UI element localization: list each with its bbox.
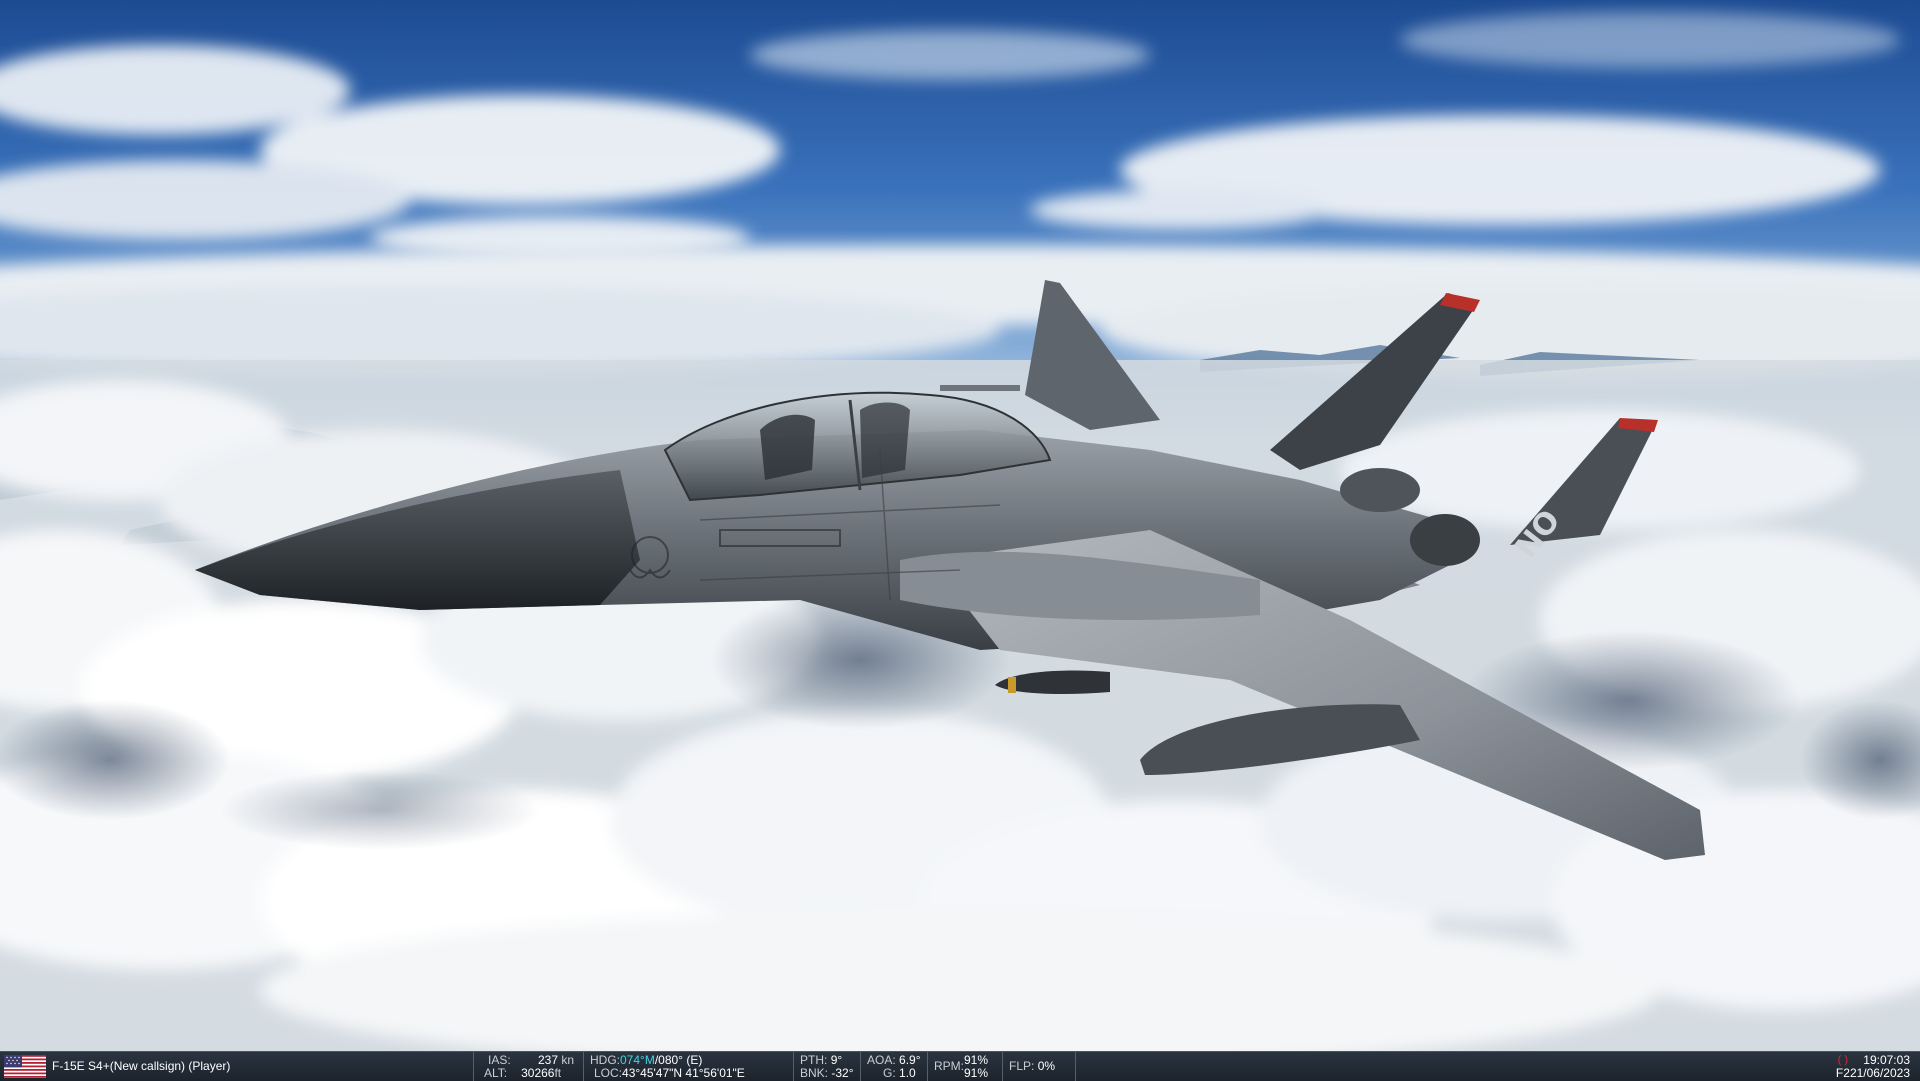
flp-label: FLP:	[1009, 1059, 1035, 1073]
pth-label: PTH:	[800, 1053, 828, 1067]
date-value: 21/06/2023	[1849, 1066, 1910, 1080]
pilot	[760, 414, 815, 480]
hdg-true: /080° (E)	[654, 1053, 703, 1067]
ias-label: IAS:	[488, 1053, 511, 1067]
heading-location-cell: HDG:074°M/080° (E) LOC:43°45'47"N 41°56'…	[583, 1052, 791, 1081]
g-label: G:	[883, 1066, 896, 1080]
loc-label: LOC:	[594, 1066, 623, 1080]
speed-alt-cell: IAS: 237 kn ALT: 30266ft	[473, 1052, 574, 1081]
loc-readout: LOC:43°45'47"N 41°56'01"E	[594, 1067, 745, 1080]
hdg-label: HDG:	[590, 1053, 620, 1067]
alt-label: ALT:	[484, 1066, 508, 1080]
mission-clock: 19:07:03 F221/06/2023	[1820, 1052, 1910, 1081]
g-readout: G: 1.0	[883, 1067, 916, 1080]
bnk-readout: BNK: -32°	[800, 1067, 854, 1080]
ordnance-band	[1008, 677, 1016, 693]
aoa-g-cell: AOA: 6.9° G: 1.0	[860, 1052, 927, 1081]
alt-readout: ALT: 30266ft	[484, 1067, 561, 1080]
missile	[940, 385, 1020, 391]
rpm-label-wrap: RPM:	[934, 1060, 964, 1073]
rpm-right: 91%	[964, 1067, 988, 1080]
right-engine	[1410, 514, 1480, 566]
alt-unit: ft	[554, 1066, 562, 1080]
rpm-value-1: 91%	[964, 1053, 989, 1067]
wso	[860, 402, 910, 478]
rpm-label: RPM:	[934, 1059, 964, 1073]
flp-readout: FLP: 0%	[1009, 1060, 1055, 1073]
aoa-label: AOA:	[867, 1053, 896, 1067]
pitch-bank-cell: PTH: 9° BNK: -32°	[793, 1052, 860, 1081]
us-flag-icon	[4, 1055, 46, 1078]
rpm-cell: RPM: 91% 91%	[927, 1052, 1002, 1081]
ias-unit: kn	[561, 1053, 575, 1067]
aoa-value: 6.9°	[899, 1053, 921, 1067]
flight-viewport: NO	[0, 0, 1920, 1051]
bnk-label: BNK:	[800, 1066, 829, 1080]
unit-label: F-15E S4+(New callsign) (Player)	[52, 1059, 231, 1073]
flp-value: 0%	[1037, 1059, 1056, 1073]
g-value: 1.0	[899, 1066, 916, 1080]
flaps-cell: FLP: 0%	[1002, 1052, 1076, 1081]
date-prefix: F2	[1835, 1066, 1850, 1080]
pth-value: 9°	[830, 1053, 843, 1067]
hud-status-bar: F-15E S4+(New callsign) (Player) IAS: 23…	[0, 1051, 1920, 1081]
rpm-value-2: 91%	[964, 1066, 989, 1080]
scene-svg: NO	[0, 0, 1920, 1051]
left-engine	[1340, 468, 1420, 512]
clock-date: F221/06/2023	[1836, 1067, 1910, 1080]
loc-value: 43°45'47"N 41°56'01"E	[622, 1066, 745, 1080]
alt-value: 30266	[521, 1066, 555, 1080]
hdg-magnetic: 074°M	[620, 1053, 655, 1067]
bnk-value: -32°	[831, 1066, 854, 1080]
